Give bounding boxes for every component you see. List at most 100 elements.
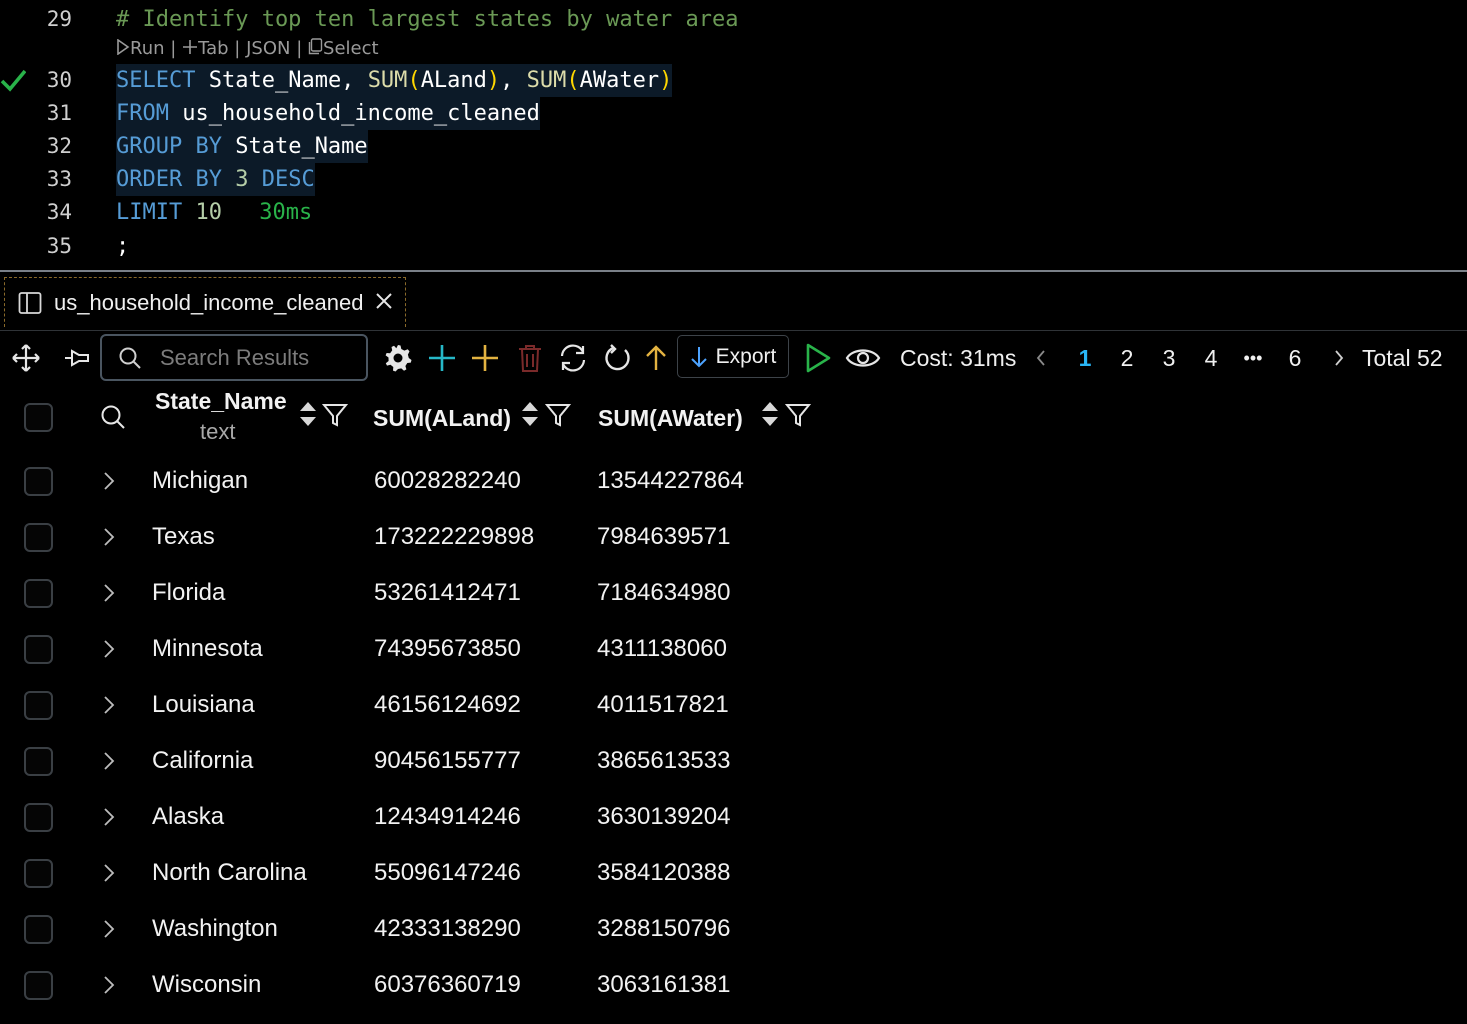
filter-icon[interactable] (785, 402, 811, 428)
table-row[interactable]: Minnesota 74395673850 4311138060 (0, 621, 1467, 677)
cell-sum-aland: 46156124692 (374, 691, 521, 718)
table-row[interactable]: Wisconsin 60376360719 3063161381 (0, 957, 1467, 1013)
codelens-select[interactable]: Select (308, 38, 379, 59)
refresh-button[interactable] (600, 333, 636, 383)
row-checkbox[interactable] (24, 747, 53, 776)
select-all-checkbox[interactable] (24, 403, 53, 432)
table-row[interactable]: Florida 53261412471 7184634980 (0, 565, 1467, 621)
row-checkbox[interactable] (24, 859, 53, 888)
line-number: 32 (46, 134, 72, 158)
arrow-up-icon (646, 345, 666, 370)
page-6[interactable]: 6 (1282, 333, 1308, 383)
chevron-right-icon[interactable] (100, 749, 118, 773)
column-header-state-name[interactable]: State_Name (155, 388, 287, 415)
row-checkbox[interactable] (24, 579, 53, 608)
table-row[interactable]: Alaska 12434914246 3630139204 (0, 789, 1467, 845)
row-checkbox[interactable] (24, 915, 53, 944)
sql-number: 10 (195, 200, 222, 225)
chevron-right-icon[interactable] (100, 637, 118, 661)
codelens-run[interactable]: Run (116, 38, 165, 59)
row-checkbox[interactable] (24, 635, 53, 664)
chevron-right-icon[interactable] (100, 973, 118, 997)
search-icon[interactable] (100, 404, 126, 430)
cell-sum-awater: 7984639571 (597, 523, 731, 550)
table-row[interactable]: Washington 42333138290 3288150796 (0, 901, 1467, 957)
upload-button[interactable] (640, 333, 672, 383)
sql-keyword: GROUP BY (116, 134, 222, 159)
total-count: Total 52 (1362, 345, 1443, 371)
codelens-tab[interactable]: Tab (182, 38, 229, 59)
cell-sum-awater: 3288150796 (597, 915, 731, 942)
pin-button[interactable] (60, 333, 94, 383)
sql-editor[interactable]: 29 # Identify top ten largest states by … (0, 0, 1467, 270)
cell-sum-aland: 60028282240 (374, 467, 521, 494)
column-header-sum-aland[interactable]: SUM(ALand) (373, 405, 511, 432)
row-checkbox[interactable] (24, 467, 53, 496)
code-line: FROM us_household_income_cleaned (116, 97, 540, 130)
editor-line: 35 ; (0, 230, 1467, 263)
chevron-right-icon[interactable] (100, 469, 118, 493)
row-checkbox[interactable] (24, 691, 53, 720)
search-results-box[interactable] (100, 334, 368, 381)
plus-icon (472, 345, 498, 371)
add-column-button[interactable] (467, 333, 503, 383)
next-page-button[interactable] (1330, 333, 1348, 383)
sort-icon[interactable] (298, 399, 318, 429)
table-row[interactable]: California 90456155777 3865613533 (0, 733, 1467, 789)
chevron-right-icon[interactable] (100, 581, 118, 605)
sort-icon[interactable] (760, 399, 780, 429)
sql-keyword: FROM (116, 101, 169, 126)
preview-button[interactable] (843, 333, 883, 383)
move-button[interactable] (8, 333, 44, 383)
row-checkbox[interactable] (24, 971, 53, 1000)
editor-line: 30 SELECT State_Name, SUM(ALand), SUM(AW… (0, 64, 1467, 97)
page-4[interactable]: 4 (1198, 333, 1224, 383)
page-ellipsis[interactable]: ••• (1236, 333, 1270, 383)
sql-table: us_household_income_cleaned (182, 101, 540, 126)
chevron-right-icon[interactable] (100, 805, 118, 829)
page-1[interactable]: 1 (1072, 333, 1098, 383)
cell-sum-awater: 3865613533 (597, 747, 731, 774)
tab-us-household-income-cleaned[interactable]: us_household_income_cleaned (4, 277, 406, 327)
table-row[interactable]: Texas 173222229898 7984639571 (0, 509, 1467, 565)
filter-icon[interactable] (545, 402, 571, 428)
cell-state-name: Texas (152, 523, 215, 550)
chevron-right-icon[interactable] (100, 525, 118, 549)
codelens-separator: | (170, 38, 177, 59)
eye-icon (845, 349, 881, 367)
search-input[interactable] (160, 344, 360, 371)
cell-state-name: Florida (152, 579, 226, 606)
chevron-right-icon[interactable] (100, 861, 118, 885)
export-button[interactable]: Export (677, 335, 789, 378)
column-header-sum-awater[interactable]: SUM(AWater) (598, 405, 743, 432)
cell-state-name: Washington (152, 915, 278, 942)
sort-icon[interactable] (520, 399, 540, 429)
table-row[interactable]: Michigan 60028282240 13544227864 (0, 453, 1467, 509)
line-number: 31 (46, 101, 72, 125)
run-button[interactable] (802, 333, 834, 383)
add-row-button[interactable] (424, 333, 460, 383)
page-3[interactable]: 3 (1156, 333, 1182, 383)
settings-button[interactable] (380, 333, 416, 383)
row-checkbox[interactable] (24, 523, 53, 552)
sql-identifier: ALand (420, 68, 487, 93)
row-checkbox[interactable] (24, 803, 53, 832)
sync-button[interactable] (555, 333, 591, 383)
grid-header: State_Name text SUM(ALand) SUM(AWater) (0, 388, 1467, 458)
plus-icon (183, 40, 198, 54)
table-row[interactable]: Louisiana 46156124692 4011517821 (0, 677, 1467, 733)
chevron-right-icon[interactable] (100, 693, 118, 717)
line-number: 29 (46, 7, 72, 31)
chevron-right-icon[interactable] (100, 917, 118, 941)
copy-icon (308, 38, 323, 55)
sql-keyword: DESC (261, 167, 315, 192)
editor-line: 31 FROM us_household_income_cleaned (0, 97, 1467, 130)
table-row[interactable]: North Carolina 55096147246 3584120388 (0, 845, 1467, 901)
close-icon[interactable] (373, 290, 395, 312)
delete-button[interactable] (512, 333, 548, 383)
page-2[interactable]: 2 (1114, 333, 1140, 383)
prev-page-button[interactable] (1032, 333, 1050, 383)
codelens-json[interactable]: JSON (246, 38, 290, 59)
filter-icon[interactable] (322, 402, 348, 428)
cell-sum-aland: 90456155777 (374, 747, 521, 774)
